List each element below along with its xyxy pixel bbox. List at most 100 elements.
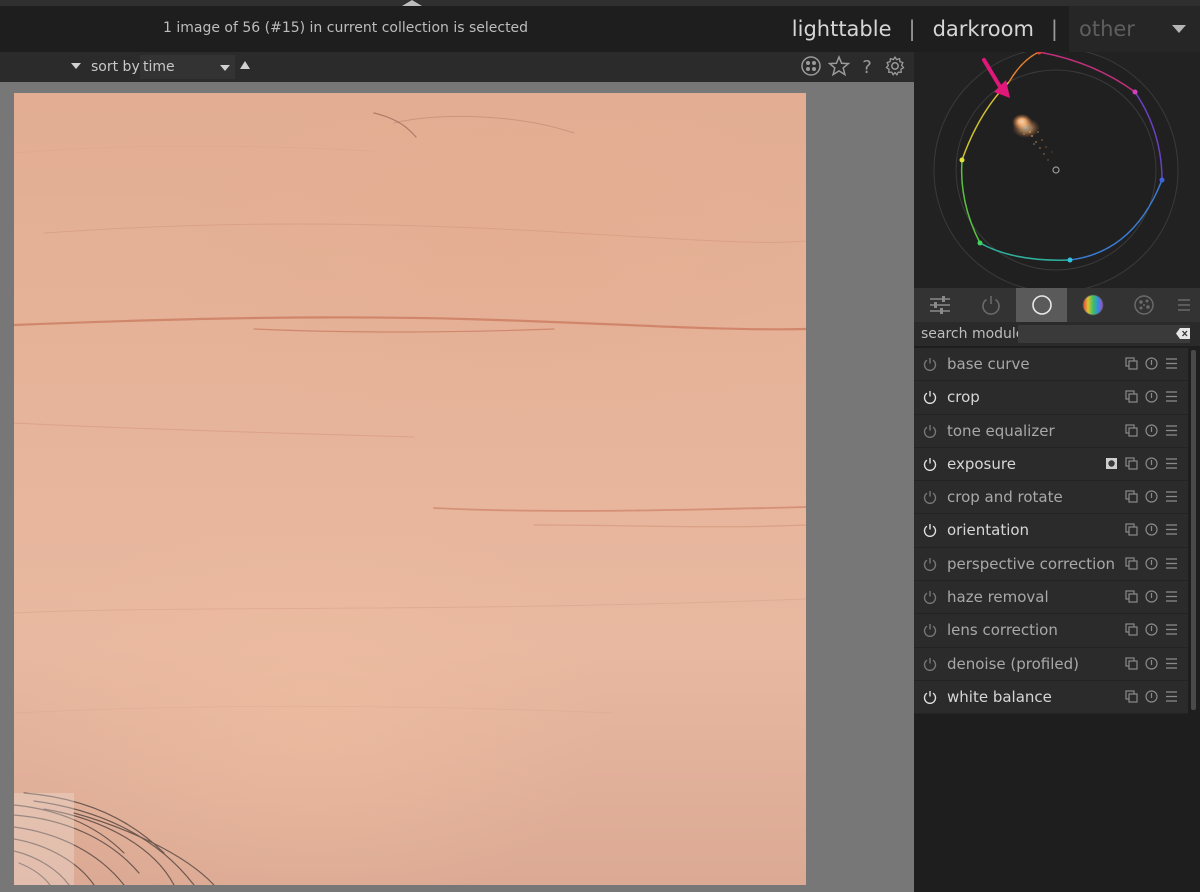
module-list-scrollbar[interactable] <box>1191 350 1196 710</box>
power-icon[interactable] <box>923 657 937 671</box>
module-search: search module <box>914 322 1200 346</box>
circle-icon <box>1031 295 1052 315</box>
multi-instance-icon[interactable] <box>1125 557 1138 570</box>
power-icon[interactable] <box>923 523 937 538</box>
clear-icon[interactable] <box>1176 328 1190 339</box>
view-lighttable[interactable]: lighttable <box>790 17 894 41</box>
reset-icon[interactable] <box>1145 623 1158 636</box>
power-icon[interactable] <box>923 457 937 471</box>
module-row[interactable]: orientation <box>914 514 1188 548</box>
mask-icon[interactable] <box>1105 457 1118 470</box>
tab-effects-group[interactable] <box>1118 288 1169 322</box>
reset-icon[interactable] <box>1145 523 1158 537</box>
center-view <box>0 82 914 892</box>
module-presets-menu[interactable] <box>1169 288 1198 322</box>
sliders-icon <box>929 296 950 314</box>
reset-icon[interactable] <box>1145 423 1158 437</box>
view-other-dropdown[interactable]: other <box>1069 6 1200 52</box>
presets-menu-icon[interactable] <box>1165 523 1178 536</box>
image-preview[interactable] <box>14 93 806 885</box>
presets-menu-icon[interactable] <box>1165 424 1178 437</box>
multi-instance-icon[interactable] <box>1125 457 1138 470</box>
tab-color-group[interactable] <box>1067 288 1118 322</box>
presets-menu-icon[interactable] <box>1165 357 1178 370</box>
sort-ascending-icon[interactable] <box>240 61 250 69</box>
module-row[interactable]: exposure <box>914 447 1188 482</box>
reset-icon[interactable] <box>1145 390 1158 403</box>
power-icon[interactable] <box>923 590 937 605</box>
module-list: base curve crop tone equalizer exposure crop… <box>914 348 1188 715</box>
reset-icon[interactable] <box>1145 490 1158 503</box>
search-input[interactable] <box>1018 325 1190 343</box>
module-label: orientation <box>947 521 1030 540</box>
header-bar: 1 image of 56 (#15) in current collectio… <box>0 6 1200 52</box>
module-row[interactable]: tone equalizer <box>914 414 1188 448</box>
power-icon <box>981 296 1000 315</box>
svg-text:?: ? <box>862 57 872 77</box>
presets-menu-icon[interactable] <box>1165 490 1178 503</box>
power-icon[interactable] <box>923 690 937 704</box>
tab-base-group[interactable] <box>1016 288 1067 322</box>
module-row[interactable]: lens correction <box>914 614 1188 648</box>
sort-label: sort by <box>91 59 140 75</box>
presets-menu-icon[interactable] <box>1165 390 1178 403</box>
vectorscope[interactable] <box>914 52 1200 288</box>
power-icon[interactable] <box>923 424 937 438</box>
presets-menu-icon[interactable] <box>1165 457 1178 470</box>
multi-instance-icon[interactable] <box>1125 590 1138 603</box>
multi-instance-icon[interactable] <box>1125 490 1138 503</box>
view-darkroom[interactable]: darkroom <box>931 17 1036 41</box>
power-icon[interactable] <box>923 623 937 638</box>
collection-dropdown-caret-icon[interactable] <box>71 63 81 69</box>
skin-texture <box>14 112 806 885</box>
help-icon[interactable]: ? <box>856 55 878 77</box>
reset-icon[interactable] <box>1145 690 1158 703</box>
tab-active-modules[interactable] <box>965 288 1016 322</box>
presets-menu-icon[interactable] <box>1165 623 1178 636</box>
module-row[interactable]: crop and rotate <box>914 481 1188 515</box>
module-row[interactable]: denoise (profiled) <box>914 647 1188 681</box>
reset-icon[interactable] <box>1145 357 1158 370</box>
star-icon[interactable] <box>828 55 850 77</box>
module-row[interactable]: haze removal <box>914 581 1188 615</box>
module-row[interactable]: crop <box>914 381 1188 415</box>
view-switcher: lighttable | darkroom | other <box>790 6 1200 52</box>
multi-instance-icon[interactable] <box>1125 357 1138 370</box>
module-row[interactable]: base curve <box>914 348 1188 382</box>
reset-icon[interactable] <box>1145 457 1158 470</box>
power-icon[interactable] <box>923 557 937 571</box>
multi-instance-icon[interactable] <box>1125 523 1138 537</box>
presets-menu-icon[interactable] <box>1165 657 1178 670</box>
view-separator: | <box>1050 17 1058 41</box>
reset-icon[interactable] <box>1145 657 1158 670</box>
presets-menu-icon[interactable] <box>1165 690 1178 703</box>
multi-instance-icon[interactable] <box>1125 623 1138 636</box>
multi-instance-icon[interactable] <box>1125 657 1138 670</box>
module-row[interactable]: perspective correction <box>914 547 1188 582</box>
sort-select[interactable]: time <box>140 55 235 79</box>
gear-icon[interactable] <box>884 55 906 77</box>
selection-status: 1 image of 56 (#15) in current collectio… <box>163 20 529 36</box>
presets-menu-icon[interactable] <box>1165 590 1178 603</box>
module-actions <box>1125 623 1178 636</box>
module-actions <box>1125 523 1178 537</box>
module-label: lens correction <box>947 621 1058 640</box>
power-icon[interactable] <box>923 390 937 405</box>
right-panel: search module base curve crop tone equaliz… <box>914 52 1200 892</box>
presets-menu-icon[interactable] <box>1165 557 1178 570</box>
reset-icon[interactable] <box>1145 557 1158 570</box>
power-icon[interactable] <box>923 357 937 371</box>
multi-instance-icon[interactable] <box>1125 390 1138 403</box>
module-label: base curve <box>947 355 1030 373</box>
module-row[interactable]: white balance <box>914 680 1188 715</box>
overlay-icon[interactable] <box>800 55 822 77</box>
reset-icon[interactable] <box>1145 590 1158 603</box>
module-actions <box>1125 423 1178 437</box>
power-icon[interactable] <box>923 490 937 505</box>
view-separator: | <box>908 17 916 41</box>
multi-instance-icon[interactable] <box>1125 690 1138 703</box>
multi-instance-icon[interactable] <box>1125 423 1138 437</box>
module-label: crop <box>947 388 980 407</box>
color-wheel-icon <box>1082 294 1103 316</box>
tab-quick-access[interactable] <box>914 288 965 322</box>
